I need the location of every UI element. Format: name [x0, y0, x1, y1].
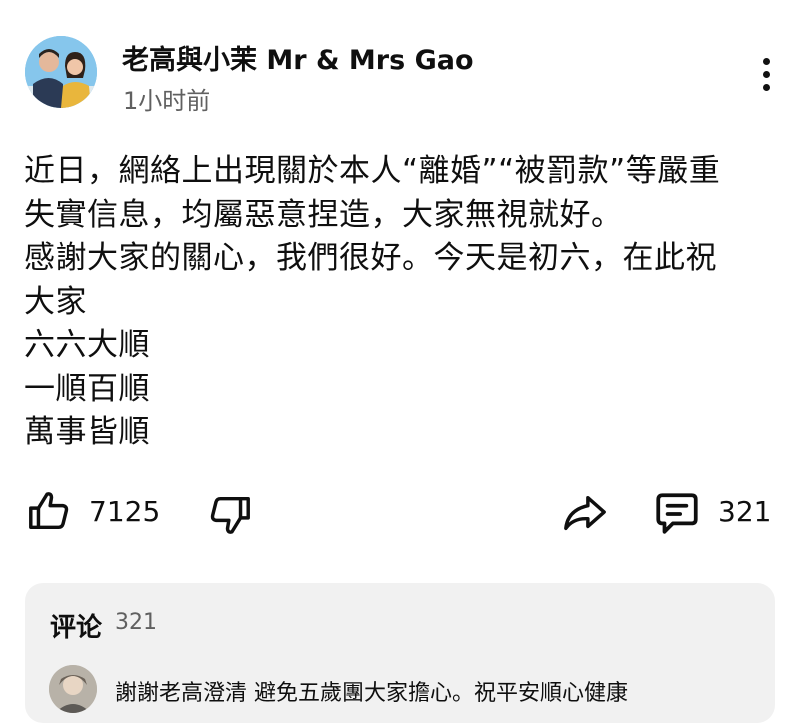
thumbs-down-icon[interactable]: [207, 492, 253, 542]
comment-icon[interactable]: [652, 488, 702, 542]
commenter-avatar[interactable]: [49, 665, 97, 713]
post-text-line: 失實信息，均屬惡意捏造，大家無視就好。: [24, 196, 623, 233]
channel-name[interactable]: 老高與小茉 Mr & Mrs Gao: [122, 38, 474, 77]
post-text-line: 萬事皆順: [24, 414, 150, 450]
share-icon[interactable]: [560, 490, 610, 540]
post-timestamp: 1小时前: [123, 87, 211, 115]
post-body: 近日，網絡上出現關於本人“離婚”“被罰款”等嚴重 失實信息，均屬惡意捏造，大家無…: [24, 150, 784, 455]
post-header: 老高與小茉 Mr & Mrs Gao 1小时前: [0, 0, 800, 120]
more-dot-icon: [763, 84, 770, 91]
post-text-line: 大家: [24, 283, 87, 320]
comments-panel[interactable]: 评论 321 謝謝老高澄清 避免五歲團大家擔心。祝平安順心健康: [25, 583, 775, 723]
comments-count: 321: [115, 610, 157, 635]
post-text-line: 一順百順: [24, 370, 150, 407]
thumbs-up-icon[interactable]: [26, 488, 72, 538]
post-text-line: 六六大順: [24, 327, 150, 363]
like-count: 7125: [89, 495, 161, 528]
more-dot-icon: [763, 71, 770, 78]
first-comment-text: 謝謝老高澄清 避免五歲團大家擔心。祝平安順心健康: [115, 681, 628, 706]
comment-count: 321: [718, 495, 772, 528]
post-text-line: 近日，網絡上出現關於本人“離婚”“被罰款”等嚴重: [24, 153, 721, 189]
more-options-button[interactable]: [752, 56, 780, 92]
more-dot-icon: [763, 58, 770, 65]
comments-title: 评论: [50, 613, 103, 643]
post-text-line: 感謝大家的關心，我們很好。今天是初六，在此祝: [24, 240, 717, 276]
channel-avatar[interactable]: [25, 36, 97, 108]
post-actions-bar: 7125 321: [0, 480, 800, 544]
